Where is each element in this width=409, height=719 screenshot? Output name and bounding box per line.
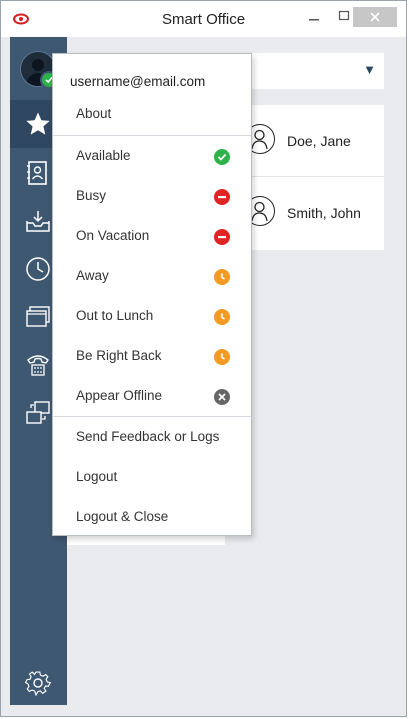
offline-x-icon [214, 389, 230, 405]
menu-item-label: Send Feedback or Logs [76, 429, 220, 444]
menu-item-label: About [76, 106, 112, 121]
user-status-menu: username@email.com About Available Busy … [52, 53, 252, 536]
close-icon [370, 12, 380, 22]
username-label: username@email.com [70, 74, 206, 89]
star-icon [26, 112, 50, 135]
menu-item-label: Out to Lunch [76, 308, 154, 323]
menu-item-out-to-lunch[interactable]: Out to Lunch [53, 296, 251, 336]
sidebar-item-history[interactable] [24, 255, 52, 283]
caret-down-icon: ▼ [363, 62, 376, 77]
menu-item-send-feedback[interactable]: Send Feedback or Logs [53, 417, 251, 457]
away-clock-icon [214, 309, 230, 325]
menu-item-logout[interactable]: Logout [53, 457, 251, 497]
contact-name: Smith, John [287, 205, 361, 221]
maximize-icon [338, 10, 350, 21]
available-status-icon [214, 149, 230, 165]
inbox-download-icon [26, 211, 50, 232]
menu-item-label: Away [76, 268, 109, 283]
menu-item-label: Logout & Close [76, 509, 169, 524]
transfer-icon [26, 401, 50, 424]
menu-item-busy[interactable]: Busy [53, 176, 251, 216]
busy-status-icon [214, 189, 230, 205]
sidebar-item-windows[interactable] [24, 303, 52, 331]
sidebar-item-transfer[interactable] [24, 399, 52, 427]
menu-item-label: Busy [76, 188, 107, 203]
settings-button[interactable] [24, 669, 52, 697]
menu-item-label: Appear Offline [76, 388, 163, 403]
sidebar-item-contacts[interactable] [24, 159, 52, 187]
menu-item-label: Available [76, 148, 131, 163]
minimize-icon [309, 19, 319, 21]
busy-status-icon [214, 229, 230, 245]
clock-icon [26, 257, 50, 281]
menu-item-label: Be Right Back [76, 348, 162, 363]
title-bar[interactable]: Smart Office [1, 1, 406, 37]
contact-name: Doe, Jane [287, 133, 351, 149]
minimize-button[interactable] [301, 7, 327, 25]
menu-item-label: Logout [76, 469, 118, 484]
sidebar-item-inbox[interactable] [24, 207, 52, 235]
windows-stack-icon [26, 306, 50, 327]
menu-item-available[interactable]: Available [53, 136, 251, 176]
menu-item-on-vacation[interactable]: On Vacation [53, 216, 251, 256]
menu-item-about[interactable]: About [53, 94, 251, 134]
menu-item-label: On Vacation [76, 228, 150, 243]
app-window: Smart Office ▼ Doe, Jane Smith, John use… [0, 0, 407, 717]
menu-item-be-right-back[interactable]: Be Right Back [53, 336, 251, 376]
sidebar-item-favorites[interactable] [24, 110, 52, 138]
gear-icon [25, 671, 51, 696]
sidebar-item-phone[interactable] [24, 351, 52, 379]
menu-item-appear-offline[interactable]: Appear Offline [53, 376, 251, 416]
phone-icon [27, 355, 49, 376]
menu-item-away[interactable]: Away [53, 256, 251, 296]
away-clock-icon [214, 269, 230, 285]
away-clock-icon [214, 349, 230, 365]
contact-book-icon [27, 161, 47, 185]
close-button[interactable] [353, 7, 397, 27]
menu-item-logout-close[interactable]: Logout & Close [53, 497, 251, 537]
